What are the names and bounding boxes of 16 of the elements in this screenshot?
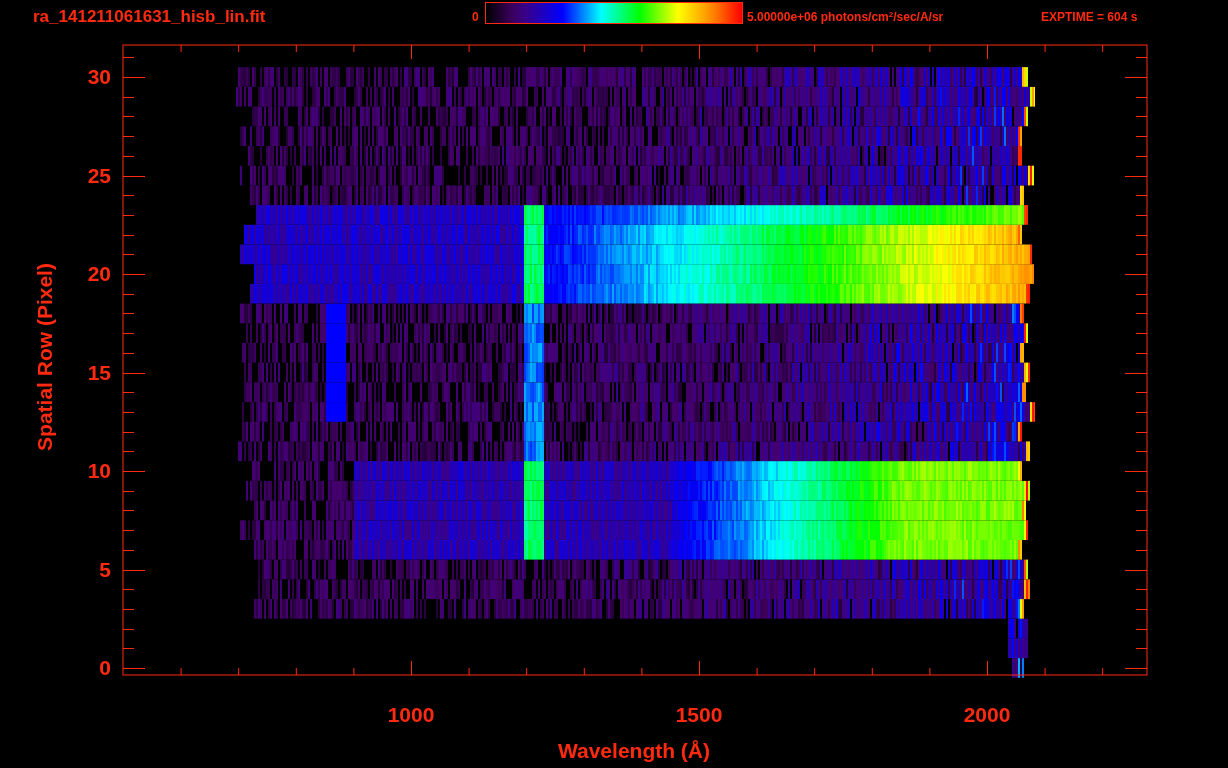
- y-tick-label: 10: [87, 459, 111, 482]
- y-tick-label: 15: [87, 360, 111, 384]
- colorbar-min-label: 0: [472, 9, 480, 26]
- file-title: ra_141211061631_hisb_lin.fit: [33, 6, 267, 29]
- y-tick-label: 30: [87, 65, 111, 88]
- y-tick-label: 0: [99, 656, 111, 679]
- colorbar-max-label: 5.00000e+06 photons/cm$^{2}$/sec/A/sr: [747, 9, 945, 26]
- y-axis-label: Spatial Row (Pixel): [33, 263, 56, 451]
- x-axis-label: Wavelength (Å): [557, 739, 711, 762]
- y-tick-label: 25: [87, 163, 111, 187]
- exposure-time: EXPTIME = 604 s: [1041, 9, 1138, 26]
- x-tick-label: 2000: [963, 703, 1011, 726]
- y-tick-label: 20: [87, 262, 111, 285]
- x-tick-label: 1000: [387, 703, 435, 726]
- y-tick-label: 5: [99, 557, 111, 581]
- x-tick-label: 1500: [675, 703, 723, 726]
